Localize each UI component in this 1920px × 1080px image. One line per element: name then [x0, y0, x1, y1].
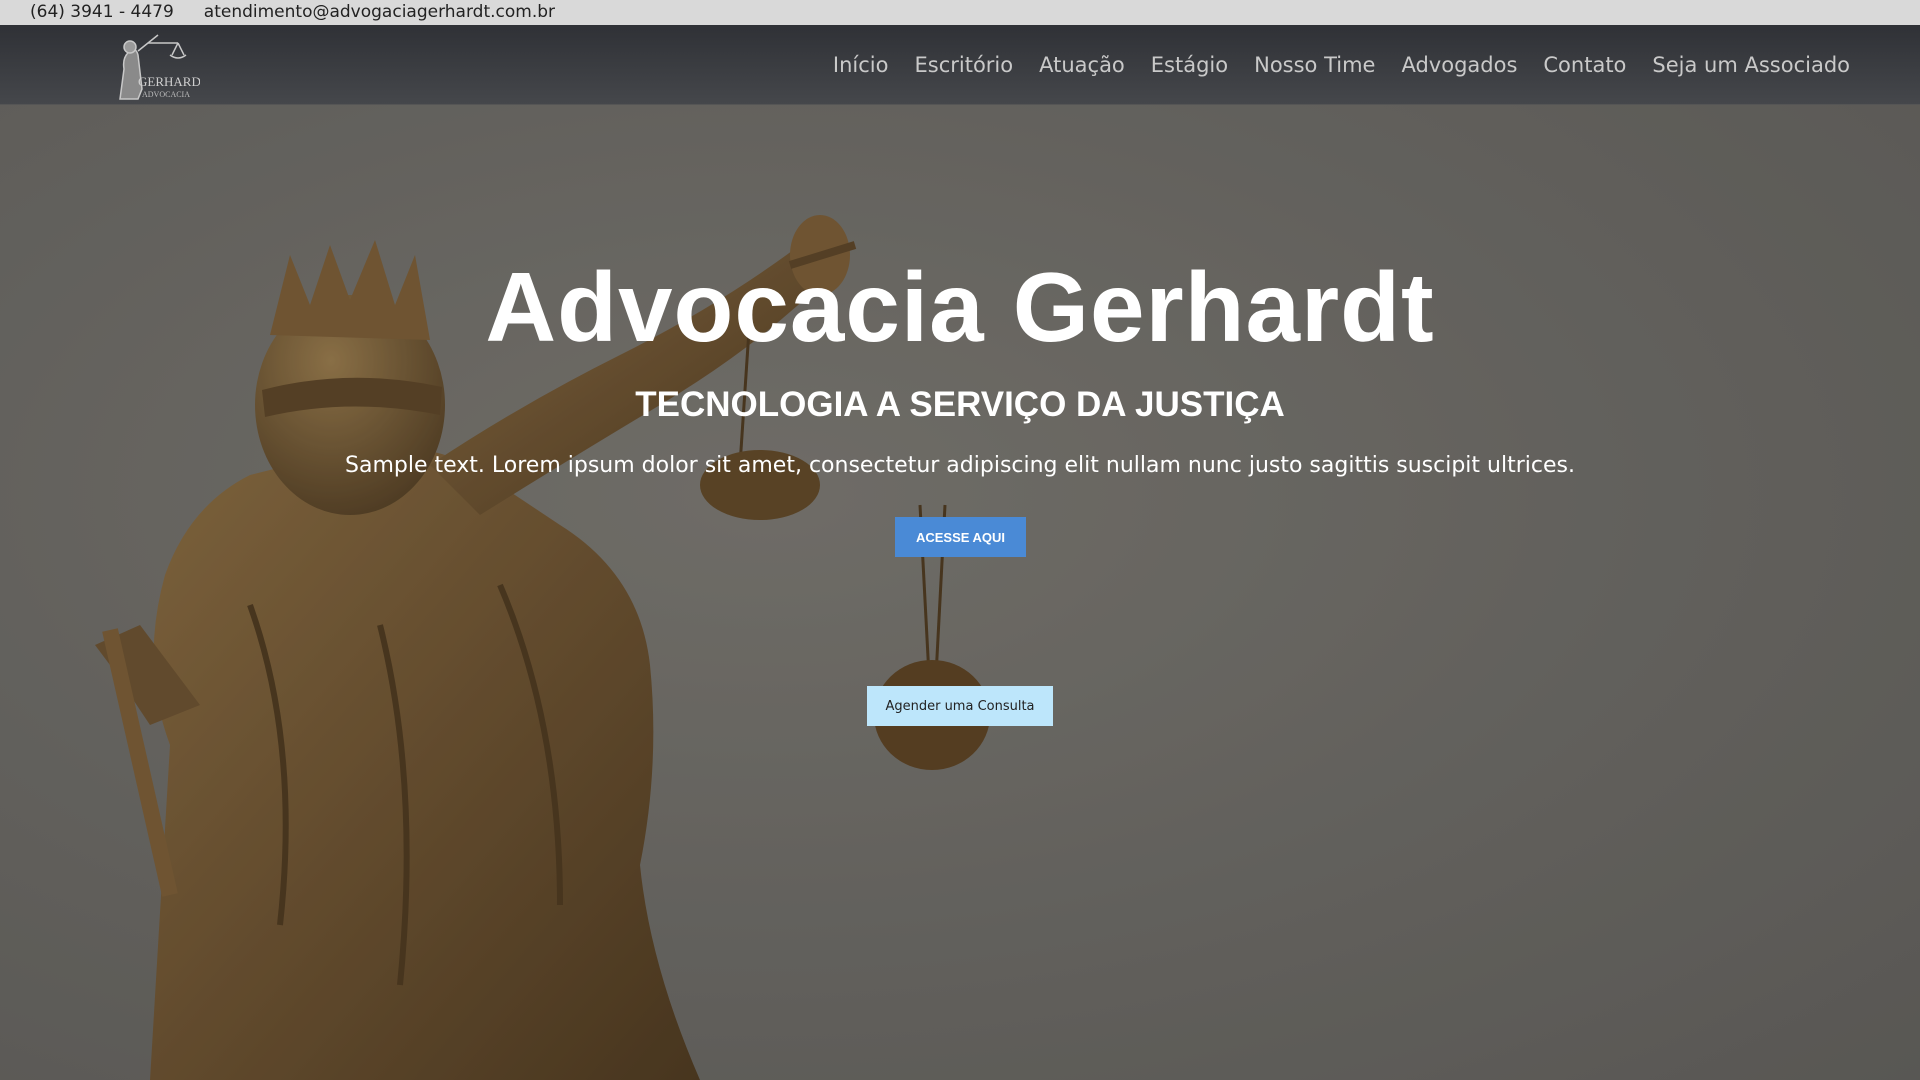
- acesse-aqui-button[interactable]: ACESSE AQUI: [895, 517, 1026, 557]
- logo-subtext: ADVOCACIA: [142, 90, 190, 99]
- nav-estagio[interactable]: Estágio: [1151, 53, 1228, 77]
- nav-atuacao[interactable]: Atuação: [1039, 53, 1125, 77]
- logo-text: GERHARDT: [138, 74, 200, 89]
- site-header: GERHARDT ADVOCACIA Início Escritório Atu…: [0, 25, 1920, 105]
- phone-number[interactable]: (64) 3941 - 4479: [30, 0, 174, 25]
- nav-inicio[interactable]: Início: [833, 53, 889, 77]
- hero-section: Advocacia Gerhardt TECNOLOGIA A SERVIÇO …: [0, 105, 1920, 1080]
- hero-text: Sample text. Lorem ipsum dolor sit amet,…: [345, 453, 1575, 478]
- lady-justice-logo-icon: GERHARDT ADVOCACIA: [119, 34, 209, 100]
- top-contact-bar: (64) 3941 - 4479 atendimento@advogaciage…: [0, 0, 1920, 25]
- email-address[interactable]: atendimento@advogaciagerhardt.com.br: [204, 0, 555, 25]
- main-navigation: Início Escritório Atuação Estágio Nosso …: [833, 25, 1850, 105]
- nav-escritorio[interactable]: Escritório: [914, 53, 1013, 77]
- nav-contato[interactable]: Contato: [1543, 53, 1626, 77]
- site-logo[interactable]: GERHARDT ADVOCACIA: [100, 29, 209, 101]
- hero-title: Advocacia Gerhardt: [485, 252, 1435, 362]
- nav-advogados[interactable]: Advogados: [1401, 53, 1517, 77]
- hero-subtitle: TECNOLOGIA A SERVIÇO DA JUSTIÇA: [635, 385, 1285, 424]
- nav-nosso-time[interactable]: Nosso Time: [1254, 53, 1375, 77]
- agendar-consulta-button[interactable]: Agender uma Consulta: [867, 686, 1053, 726]
- nav-seja-associado[interactable]: Seja um Associado: [1652, 53, 1850, 77]
